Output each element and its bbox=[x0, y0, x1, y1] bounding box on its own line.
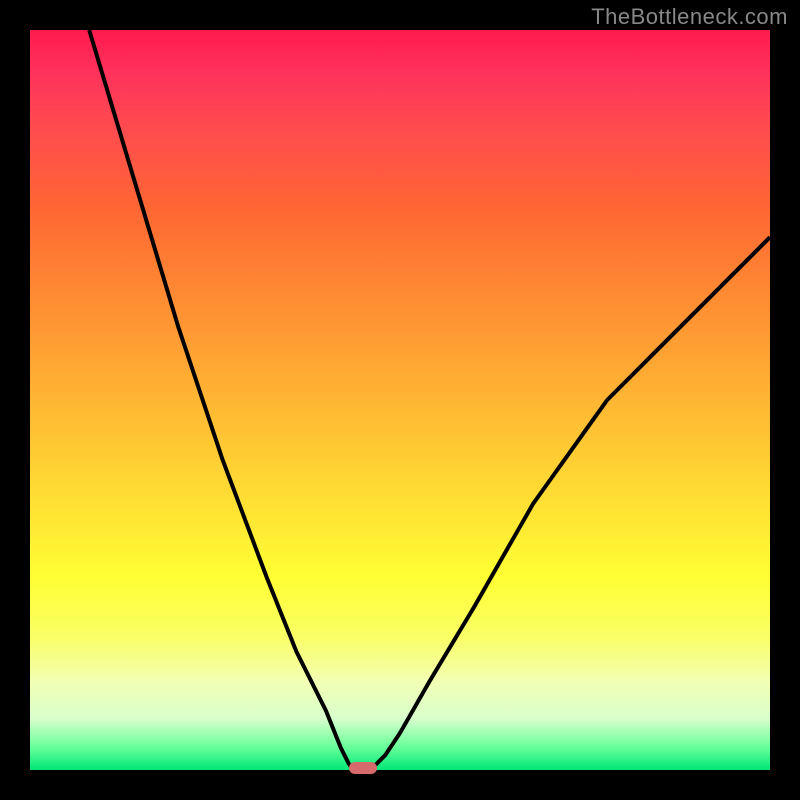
bottleneck-curve bbox=[30, 30, 770, 770]
chart-frame: TheBottleneck.com bbox=[0, 0, 800, 800]
curve-left-branch bbox=[89, 30, 355, 770]
plot-area bbox=[30, 30, 770, 770]
curve-right-branch bbox=[370, 237, 770, 770]
optimum-marker bbox=[349, 762, 377, 774]
watermark-text: TheBottleneck.com bbox=[591, 4, 788, 30]
